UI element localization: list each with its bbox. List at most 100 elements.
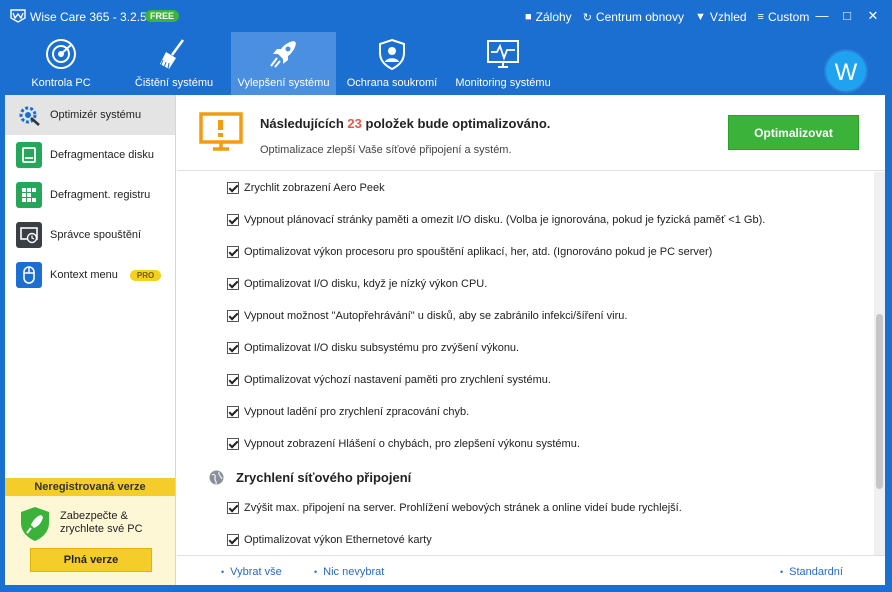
warning-monitor-icon (199, 112, 243, 151)
globe-icon (209, 470, 224, 484)
radar-icon (46, 39, 76, 69)
list-item: Optimalizovat I/O disku, když je nízký v… (227, 276, 487, 292)
tab-system-monitoring-label: Monitoring systému (455, 77, 551, 89)
startup-icon (16, 222, 42, 248)
sidebar-item-label: Kontext menu (50, 269, 118, 281)
privacy-shield-icon (379, 38, 405, 70)
option-label: Vypnout možnost "Autopřehrávání" u disků… (244, 310, 628, 322)
list-item: Optimalizovat výchozí nastavení paměti p… (227, 372, 551, 388)
minimize-button[interactable]: — (813, 7, 831, 25)
title-bar: Wise Care 365 - 3.2.5 FREE ■ Zálohy ↻ Ce… (0, 0, 892, 32)
custom-label: Custom (767, 10, 810, 24)
skin-link[interactable]: ▼ Vzhled (695, 10, 747, 24)
option-checkbox[interactable] (227, 214, 239, 226)
select-all-link[interactable]: Vybrat vše (221, 566, 282, 578)
shirt-icon: ▼ (694, 11, 706, 23)
option-checkbox[interactable] (227, 342, 239, 354)
disk-icon (16, 142, 42, 168)
full-version-button[interactable]: Plná verze (30, 548, 152, 572)
menu-icon: ≡ (757, 11, 764, 23)
option-label: Optimalizovat výchozí nastavení paměti p… (244, 374, 551, 386)
option-checkbox[interactable] (227, 278, 239, 290)
sidebar-item-context-menu[interactable]: Kontext menu PRO (5, 255, 175, 295)
option-checkbox[interactable] (227, 246, 239, 258)
list-item: Vypnout ladění pro zrychlení zpracování … (227, 404, 469, 420)
optimization-header: Následujících 23 položek bude optimalizo… (177, 95, 885, 171)
option-label: Vypnout ladění pro zrychlení zpracování … (244, 406, 470, 418)
close-button[interactable]: ✕ (864, 7, 882, 25)
optimization-list: Zrychlit zobrazení Aero Peek Vypnout plá… (177, 172, 874, 555)
option-label: Optimalizovat I/O disku subsystému pro z… (244, 342, 520, 354)
promo-text-line1: Zabezpečte & (60, 510, 128, 522)
backups-label: Zálohy (535, 10, 572, 24)
title-suffix: položek bude optimalizováno. (361, 116, 551, 131)
list-item: Optimalizovat výkon Ethernetové karty (227, 532, 432, 548)
tab-privacy-protection[interactable]: Ochrana soukromí (336, 32, 448, 95)
backups-link[interactable]: ■ Zálohy (525, 10, 572, 24)
section-network-title: Zrychlení síťového připojení (236, 469, 412, 485)
gear-icon (16, 102, 42, 128)
list-item: Zvýšit max. připojení na server. Prohlíž… (227, 500, 682, 516)
app-title: Wise Care 365 - 3.2.5 (30, 10, 147, 24)
window-border-bottom (0, 585, 892, 592)
wise-logo-icon (10, 9, 26, 23)
promo-text-line2: zrychlete své PC (60, 523, 143, 535)
sidebar-item-startup-manager[interactable]: Správce spouštění (5, 215, 175, 255)
title-prefix: Následujících (260, 116, 348, 131)
sidebar-item-label: Správce spouštění (50, 229, 142, 241)
tab-system-monitoring[interactable]: Monitoring systému (448, 32, 558, 95)
page-subtitle: Optimalizace zlepší Vaše síťové připojen… (260, 144, 512, 156)
option-checkbox[interactable] (227, 182, 239, 194)
list-item: Vypnout možnost "Autopřehrávání" u disků… (227, 308, 627, 324)
registration-promo: Neregistrovaná verze Zabezpečte & zrychl… (5, 478, 175, 585)
broom-icon (160, 39, 185, 70)
tab-system-cleaning[interactable]: Čištění systému (117, 32, 231, 95)
option-checkbox[interactable] (227, 406, 239, 418)
list-item: Optimalizovat I/O disku subsystému pro z… (227, 340, 519, 356)
custom-menu-link[interactable]: ≡ Custom (758, 10, 810, 24)
item-count: 23 (347, 116, 362, 131)
scrollbar-thumb[interactable] (876, 314, 883, 489)
option-checkbox[interactable] (227, 310, 239, 322)
list-scrollbar[interactable] (874, 172, 885, 555)
option-checkbox[interactable] (227, 374, 239, 386)
mouse-icon (16, 262, 42, 288)
optimize-button[interactable]: Optimalizovat (728, 115, 859, 150)
rocket-icon (269, 41, 296, 68)
list-item: Zrychlit zobrazení Aero Peek (227, 180, 385, 196)
page-title: Následujících 23 položek bude optimalizo… (260, 116, 550, 131)
sidebar-item-disk-defrag[interactable]: Defragmentace disku (5, 135, 175, 175)
option-checkbox[interactable] (227, 438, 239, 450)
tab-system-cleaning-label: Čištění systému (134, 77, 214, 89)
tab-pc-check-label: Kontrola PC (31, 77, 91, 89)
tab-system-tuneup[interactable]: Vylepšení systému (231, 32, 336, 95)
tab-pc-check[interactable]: Kontrola PC (5, 32, 117, 95)
promo-text: Zabezpečte & zrychlete své PC (60, 510, 143, 536)
maximize-button[interactable]: □ (838, 7, 856, 25)
pro-badge: PRO (129, 269, 162, 281)
list-item: Vypnout zobrazení Hlášení o chybách, pro… (227, 436, 580, 452)
rocket-shield-icon (21, 507, 49, 541)
tab-privacy-protection-label: Ochrana soukromí (346, 77, 438, 89)
titlebar-links: ■ Zálohy ↻ Centrum obnovy ▼ Vzhled ≡ Cus… (525, 10, 820, 24)
option-label: Optimalizovat I/O disku, když je nízký v… (244, 278, 488, 290)
tab-system-tuneup-label: Vylepšení systému (237, 77, 330, 89)
user-avatar[interactable]: W (824, 49, 868, 93)
option-label: Vypnout plánovací stránky paměti a omezi… (244, 214, 766, 226)
option-checkbox[interactable] (227, 534, 239, 546)
option-label: Zrychlit zobrazení Aero Peek (244, 182, 385, 194)
list-item: Vypnout plánovací stránky paměti a omezi… (227, 212, 765, 228)
restore-default-link[interactable]: Standardní (780, 566, 843, 578)
sidebar-item-registry-defrag[interactable]: Defragment. registru (5, 175, 175, 215)
sidebar-item-system-optimizer[interactable]: Optimizér systému (5, 95, 175, 135)
monitor-pulse-icon (487, 40, 519, 68)
restore-icon: ↻ (582, 11, 592, 24)
list-item: Optimalizovat výkon procesoru pro spoušt… (227, 244, 712, 260)
restore-center-link[interactable]: ↻ Centrum obnovy (583, 10, 684, 24)
free-badge: FREE (145, 10, 180, 22)
sidebar-item-label: Defragment. registru (50, 189, 151, 201)
promo-title: Neregistrovaná verze (5, 478, 175, 496)
option-checkbox[interactable] (227, 502, 239, 514)
select-none-link[interactable]: Nic nevybrat (314, 566, 384, 578)
sidebar-item-label: Defragmentace disku (50, 149, 154, 161)
